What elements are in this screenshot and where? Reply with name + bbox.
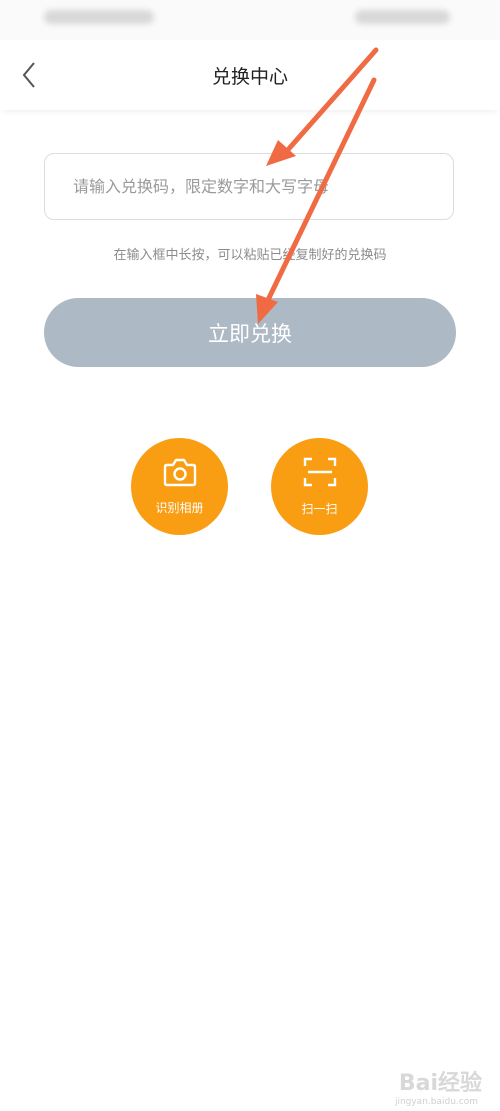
- recognize-album-label: 识别相册: [155, 501, 204, 515]
- scan-label: 扫一扫: [301, 502, 338, 516]
- status-left-blurred: [44, 10, 154, 24]
- page-title: 兑换中心: [211, 66, 288, 88]
- redeem-now-button[interactable]: 立即兑换: [44, 298, 456, 367]
- baidu-jingyan-watermark: Bai经验 jingyan.baidu.com: [395, 1065, 482, 1107]
- scan-icon: [303, 456, 337, 492]
- scan-button[interactable]: 扫一扫: [271, 438, 368, 535]
- watermark-subtext: jingyan.baidu.com: [394, 1097, 478, 1107]
- paste-hint: 在输入框中长按，可以粘贴已经复制好的兑换码: [113, 248, 387, 263]
- status-bar: [0, 0, 500, 40]
- redeem-code-input[interactable]: [71, 176, 453, 197]
- watermark-text: Bai经验: [398, 1071, 482, 1096]
- header: 兑换中心: [0, 40, 500, 110]
- status-right-blurred: [355, 10, 450, 24]
- redeem-code-field[interactable]: [44, 153, 454, 220]
- camera-icon: [163, 457, 197, 491]
- recognize-album-button[interactable]: 识别相册: [131, 438, 228, 535]
